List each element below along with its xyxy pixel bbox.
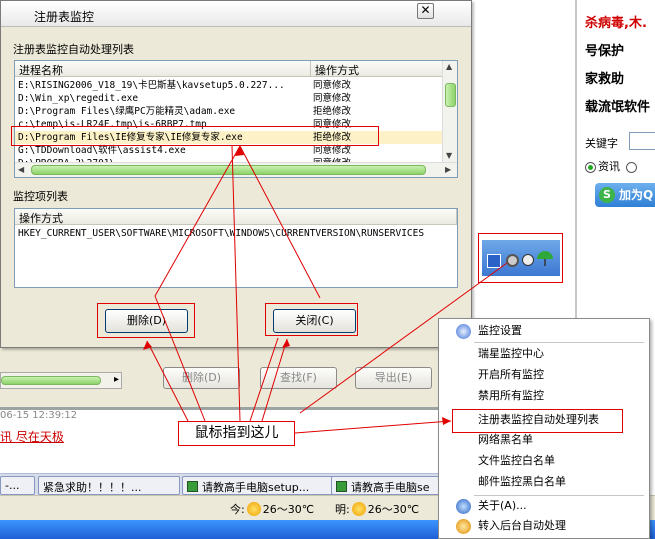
scroll-thumb[interactable]	[1, 376, 101, 385]
keyword-input[interactable]	[629, 132, 655, 150]
sun-icon	[246, 502, 261, 516]
menu-item-file-whitelist[interactable]: 文件监控白名单	[439, 451, 649, 471]
menu-item-network-blacklist[interactable]: 网络黑名单	[439, 430, 649, 450]
tab-2[interactable]: 紧急求助！！！！...	[38, 476, 180, 495]
system-tray-zoom	[478, 233, 563, 283]
dialog-titlebar[interactable]: 注册表监控 ✕	[1, 1, 471, 27]
menu-item-about[interactable]: 关于(A)...	[439, 496, 649, 516]
action-cell: 同意修改	[313, 80, 352, 91]
scroll-left-arrow-icon[interactable]: ◀	[18, 165, 24, 174]
headline-3[interactable]: 家救助	[585, 68, 624, 87]
col-process-name[interactable]: 进程名称	[15, 61, 311, 77]
process-list[interactable]: 进程名称 操作方式 E:\RISING2006_V18_19\卡巴斯基\kavs…	[14, 60, 458, 178]
bg-find-button[interactable]: 查找(F)	[260, 367, 337, 389]
monitor-list-label: 监控项列表	[13, 190, 68, 203]
menu-item-center[interactable]: 瑞星监控中心	[439, 344, 649, 364]
news-date: 06-15 12:39:12	[0, 410, 78, 421]
headline-4[interactable]: 载流氓软件	[585, 96, 650, 115]
menu-item-background[interactable]: 转入后台自动处理	[439, 516, 649, 536]
page-icon	[187, 481, 198, 492]
table-row[interactable]: D:\Program Files\绿鹰PC万能精灵\adam.exe 拒绝修改	[15, 105, 443, 118]
highlight-menu-item	[452, 409, 623, 433]
menu-separator	[474, 342, 644, 343]
process-list-hscrollbar[interactable]: ◀ ▶	[15, 162, 457, 177]
annotation-callout: 鼠标指到这儿	[178, 421, 295, 446]
process-name-cell: E:\RISING2006_V18_19\卡巴斯基\kavsetup5.0.22…	[18, 80, 285, 91]
dialog-title: 注册表监控	[34, 10, 95, 24]
process-list-vscrollbar[interactable]: ▲ ▼	[442, 61, 457, 164]
radio-other[interactable]	[625, 161, 637, 173]
highlight-delete-button	[97, 303, 195, 338]
hscroll-thumb[interactable]	[31, 165, 426, 175]
scroll-right-arrow-icon[interactable]: ▶	[445, 165, 451, 174]
background-hscrollbar[interactable]: ▸	[0, 372, 122, 389]
tab-4[interactable]: 请教高手电脑se	[331, 476, 441, 495]
background-icon	[456, 519, 471, 534]
list-item[interactable]: HKEY_CURRENT_USER\SOFTWARE\MICROSOFT\WIN…	[15, 227, 457, 240]
search-type-radios: 资讯	[585, 158, 639, 174]
menu-item-mail-list[interactable]: 邮件监控黑白名单	[439, 472, 649, 492]
table-row[interactable]: D:\Win_xp\regedit.exe 同意修改	[15, 92, 443, 105]
qq-icon: S	[599, 187, 615, 203]
highlight-close-button	[265, 303, 358, 336]
menu-item-disable-all[interactable]: 禁用所有监控	[439, 386, 649, 406]
headline-1[interactable]: 杀病毒,木.	[585, 12, 647, 31]
action-cell: 拒绝修改	[313, 106, 352, 117]
process-name-cell: D:\Program Files\绿鹰PC万能精灵\adam.exe	[18, 106, 236, 117]
keyword-label: 关键字	[585, 137, 618, 150]
action-cell: 同意修改	[313, 93, 352, 104]
vscroll-thumb[interactable]	[445, 83, 456, 107]
menu-item-monitor-settings[interactable]: 监控设置	[439, 321, 649, 341]
col-monitor-action[interactable]: 操作方式	[15, 209, 457, 225]
page-icon	[336, 481, 347, 492]
radio-news-label: 资讯	[598, 160, 620, 173]
weather-today: 今: 26～30℃	[230, 502, 315, 516]
radio-news[interactable]	[585, 161, 596, 173]
settings-icon	[456, 324, 471, 339]
highlight-selected-row	[11, 126, 379, 146]
scroll-down-arrow-icon[interactable]: ▼	[446, 151, 452, 160]
bg-export-button[interactable]: 导出(E)	[355, 367, 432, 389]
col-action[interactable]: 操作方式	[311, 61, 443, 77]
scroll-right-arrow-icon[interactable]: ▸	[114, 374, 119, 385]
keyword-search: 关键字	[577, 132, 655, 152]
tab-1[interactable]: -...	[0, 476, 35, 495]
process-name-cell: D:\Win_xp\regedit.exe	[18, 93, 139, 104]
close-icon[interactable]: ✕	[417, 3, 434, 19]
speaker-icon[interactable]	[506, 254, 519, 267]
sun-icon	[351, 502, 366, 516]
headline-2[interactable]: 号保护	[585, 40, 624, 59]
table-row[interactable]: E:\RISING2006_V18_19\卡巴斯基\kavsetup5.0.22…	[15, 79, 443, 92]
info-icon	[456, 499, 471, 514]
tab-3[interactable]: 请教高手电脑setup...	[182, 476, 338, 495]
network-icon[interactable]	[487, 254, 501, 268]
monitor-list[interactable]: 操作方式 HKEY_CURRENT_USER\SOFTWARE\MICROSOF…	[14, 208, 458, 288]
menu-item-enable-all[interactable]: 开启所有监控	[439, 365, 649, 385]
news-link[interactable]: 讯 尽在天极	[0, 428, 64, 445]
rising-umbrella-icon[interactable]	[536, 250, 554, 268]
clock-icon[interactable]	[522, 254, 534, 266]
weather-tomorrow: 明: 26～30℃	[335, 502, 420, 516]
auto-list-label: 注册表监控自动处理列表	[13, 43, 134, 56]
add-qq-button[interactable]: S 加为Q	[595, 183, 655, 207]
registry-monitor-dialog: 注册表监控 ✕ 注册表监控自动处理列表 进程名称 操作方式 E:\RISING2…	[0, 0, 472, 348]
bg-delete-button[interactable]: 删除(D)	[163, 367, 240, 389]
scroll-up-arrow-icon[interactable]: ▲	[446, 62, 452, 71]
